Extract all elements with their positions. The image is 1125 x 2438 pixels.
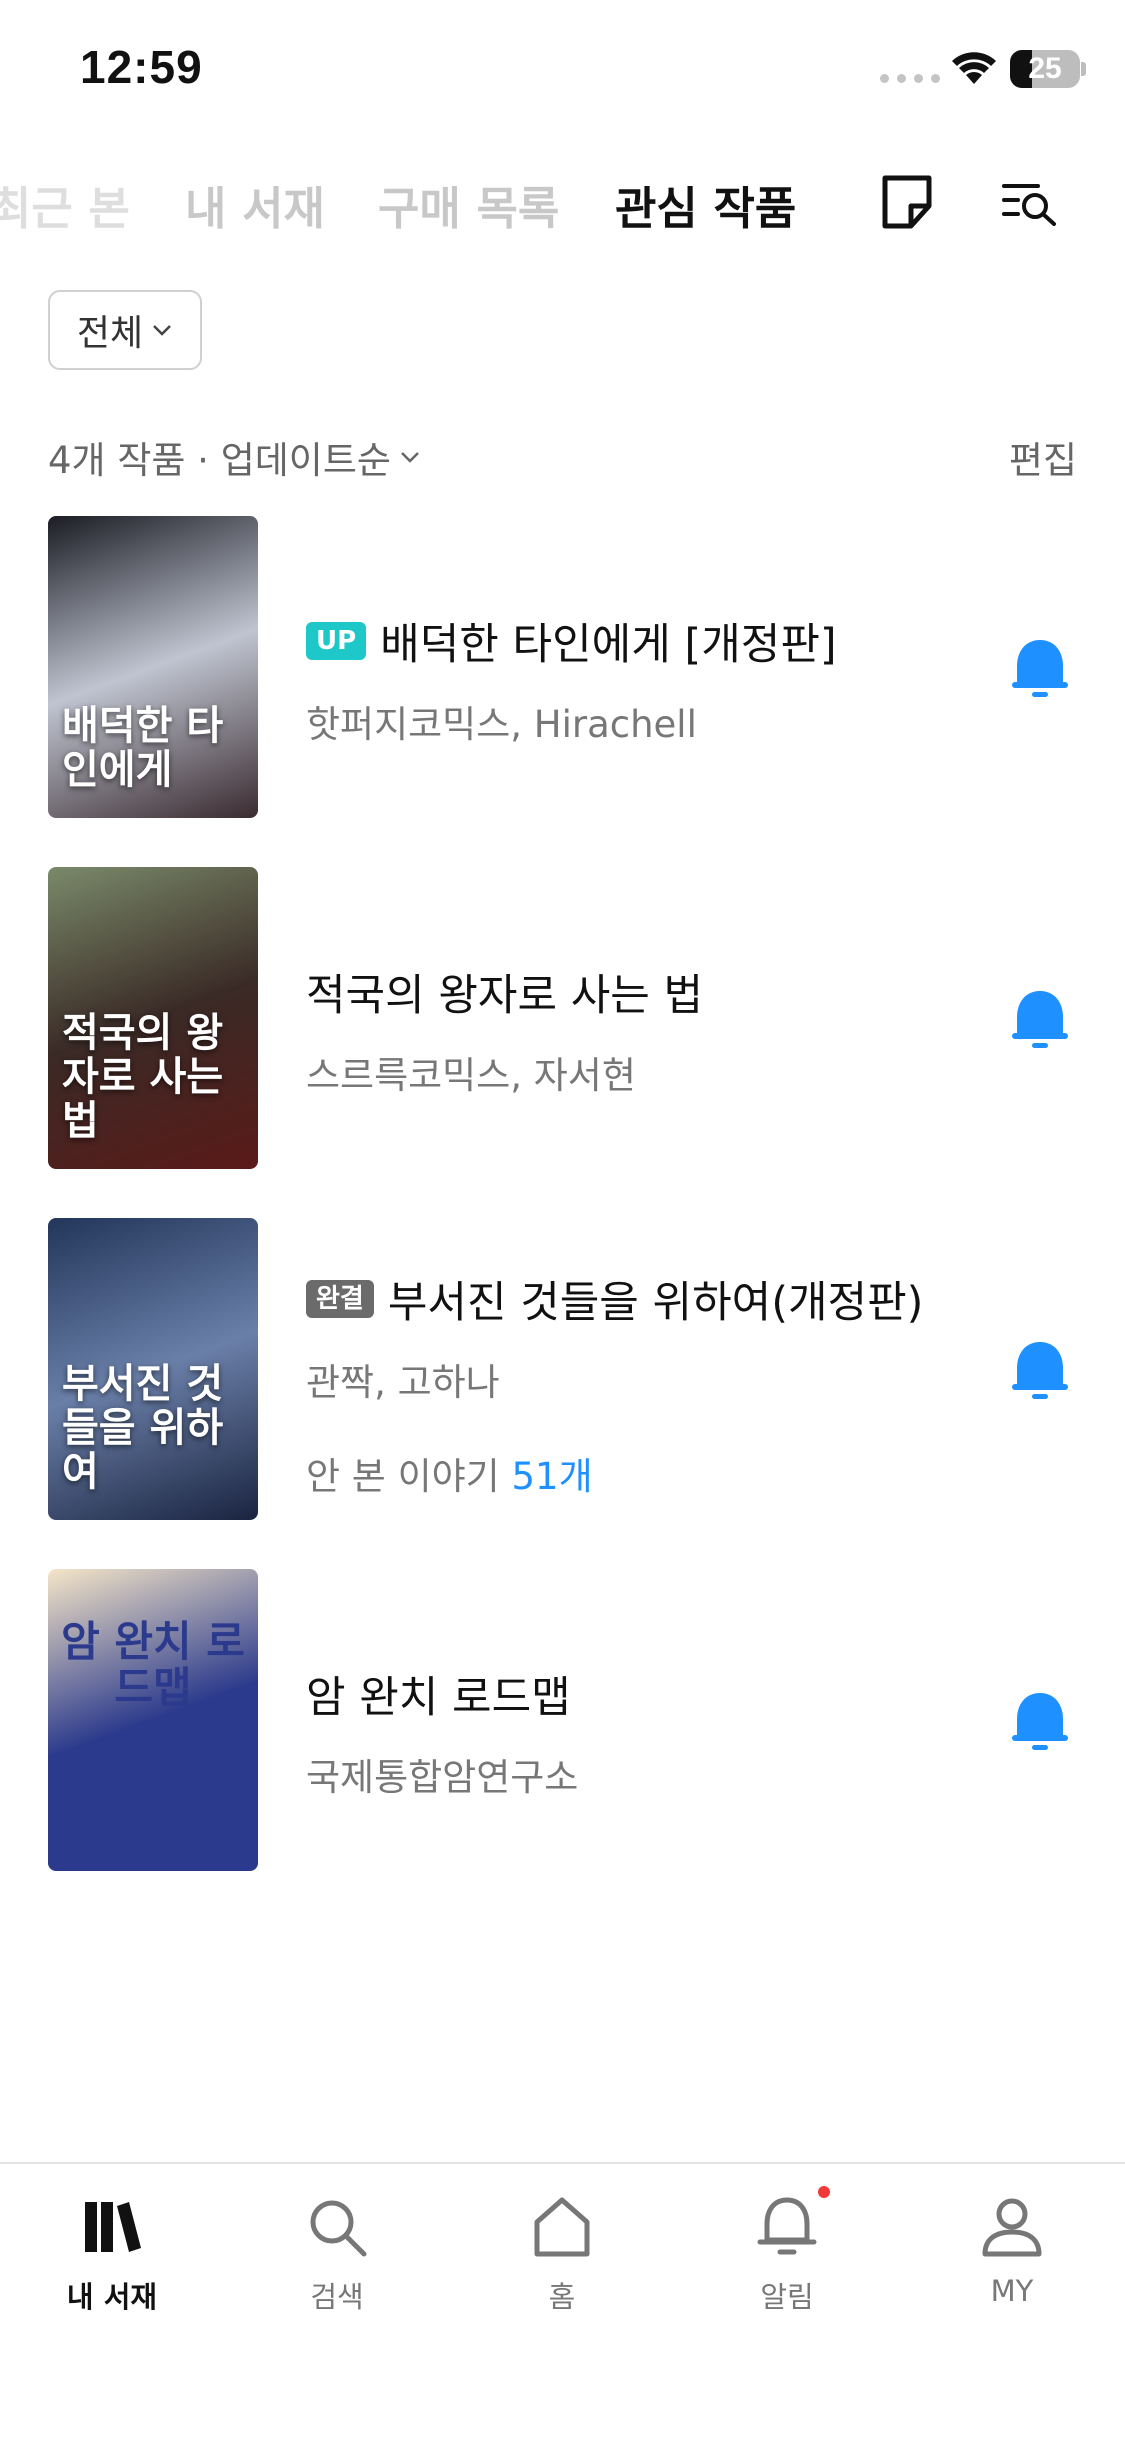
item-author: 핫퍼지코믹스, Hirachell [306, 703, 697, 746]
nav-search[interactable]: 검색 [262, 2194, 412, 2316]
battery-icon: 25 [1010, 50, 1080, 88]
item-author: 스르륵코믹스, 자서현 [306, 1054, 636, 1097]
book-cover[interactable]: 암 완치 로드맵 [48, 1569, 258, 1871]
tab-my-library[interactable]: 내 서재 [185, 172, 325, 237]
wifi-icon [952, 52, 996, 84]
list-item[interactable]: 부서진 것들을 위하여 완결 부서진 것들을 위하여(개정판) 관짝, 고하나 … [0, 1218, 1125, 1524]
library-tabs: 최근 본 내 서재 구매 목록 관심 작품 [0, 160, 1125, 240]
unread-count: 51개 [511, 1455, 593, 1498]
notification-bell-icon[interactable] [1008, 636, 1072, 702]
tab-recent[interactable]: 최근 본 [0, 172, 130, 237]
status-time: 12:59 [80, 41, 203, 93]
item-title: 부서진 것들을 위하여(개정판) [387, 1278, 924, 1328]
list-item[interactable]: 암 완치 로드맵 암 완치 로드맵 국제통합암연구소 [0, 1569, 1125, 1875]
chevron-down-icon [401, 452, 419, 463]
nav-my[interactable]: MY [937, 2194, 1087, 2308]
unread-label: 안 본 이야기 [306, 1455, 500, 1498]
edit-button[interactable]: 편집 [1009, 430, 1077, 484]
search-list-icon[interactable] [998, 170, 1062, 234]
book-cover[interactable]: 적국의 왕자로 사는법 [48, 867, 258, 1169]
notification-bell-icon[interactable] [1008, 987, 1072, 1053]
unread-episodes: 안 본 이야기 51개 [306, 1446, 923, 1500]
nav-my-library[interactable]: 내 서재 [37, 2194, 187, 2316]
library-icon [85, 2202, 141, 2252]
bottom-navigation: 내 서재 검색 홈 알림 MY [0, 2162, 1125, 2438]
filter-label: 전체 [76, 313, 144, 354]
person-icon [982, 2198, 1042, 2257]
nav-label: 홈 [548, 2280, 576, 2314]
item-title: 배덕한 타인에게 [개정판] [380, 620, 837, 670]
completed-badge: 완결 [306, 1280, 374, 1318]
sort-dropdown[interactable]: 4개 작품 · 업데이트순 [48, 430, 423, 484]
status-bar: 12:59 25 [0, 0, 1125, 140]
list-item[interactable]: 적국의 왕자로 사는법 적국의 왕자로 사는 법 스르륵코믹스, 자서현 [0, 867, 1125, 1173]
filter-dropdown[interactable]: 전체 [48, 290, 202, 370]
chevron-down-icon [153, 325, 172, 336]
item-author: 국제통합암연구소 [306, 1756, 579, 1799]
notification-bell-icon[interactable] [1008, 1689, 1072, 1755]
nav-home[interactable]: 홈 [487, 2194, 637, 2316]
note-icon[interactable] [875, 170, 939, 234]
item-author: 관짝, 고하나 [306, 1361, 500, 1404]
notification-bell-icon[interactable] [1008, 1338, 1072, 1404]
cover-text: 암 완치 로드맵 [61, 1617, 245, 1713]
nav-label: 내 서재 [66, 2280, 158, 2314]
bell-icon [757, 2197, 817, 2255]
item-title: 적국의 왕자로 사는 법 [306, 971, 704, 1021]
up-badge: UP [306, 622, 367, 660]
search-icon [310, 2200, 367, 2257]
cellular-icon [880, 74, 940, 83]
nav-label: 검색 [310, 2280, 364, 2314]
notification-dot [818, 2186, 830, 2198]
nav-notifications[interactable]: 알림 [712, 2194, 862, 2316]
tab-purchases[interactable]: 구매 목록 [378, 172, 559, 237]
list-item[interactable]: 배덕한 타인에게 UP 배덕한 타인에게 [개정판] 핫퍼지코믹스, Hirac… [0, 516, 1125, 822]
battery-tip [1081, 62, 1086, 76]
cover-text: 적국의 왕자로 사는법 [62, 1009, 224, 1144]
home-icon [534, 2197, 590, 2257]
list-summary: 4개 작품 · 업데이트순 [48, 439, 391, 482]
cover-text: 배덕한 타인에게 [62, 702, 224, 793]
nav-label: MY [990, 2274, 1034, 2308]
nav-label: 알림 [760, 2280, 814, 2314]
book-cover[interactable]: 배덕한 타인에게 [48, 516, 258, 818]
book-cover[interactable]: 부서진 것들을 위하여 [48, 1218, 258, 1520]
item-title: 암 완치 로드맵 [306, 1673, 571, 1723]
tab-favorites[interactable]: 관심 작품 [615, 172, 796, 237]
cover-text: 부서진 것들을 위하여 [62, 1360, 224, 1495]
battery-level: 25 [1028, 52, 1062, 85]
